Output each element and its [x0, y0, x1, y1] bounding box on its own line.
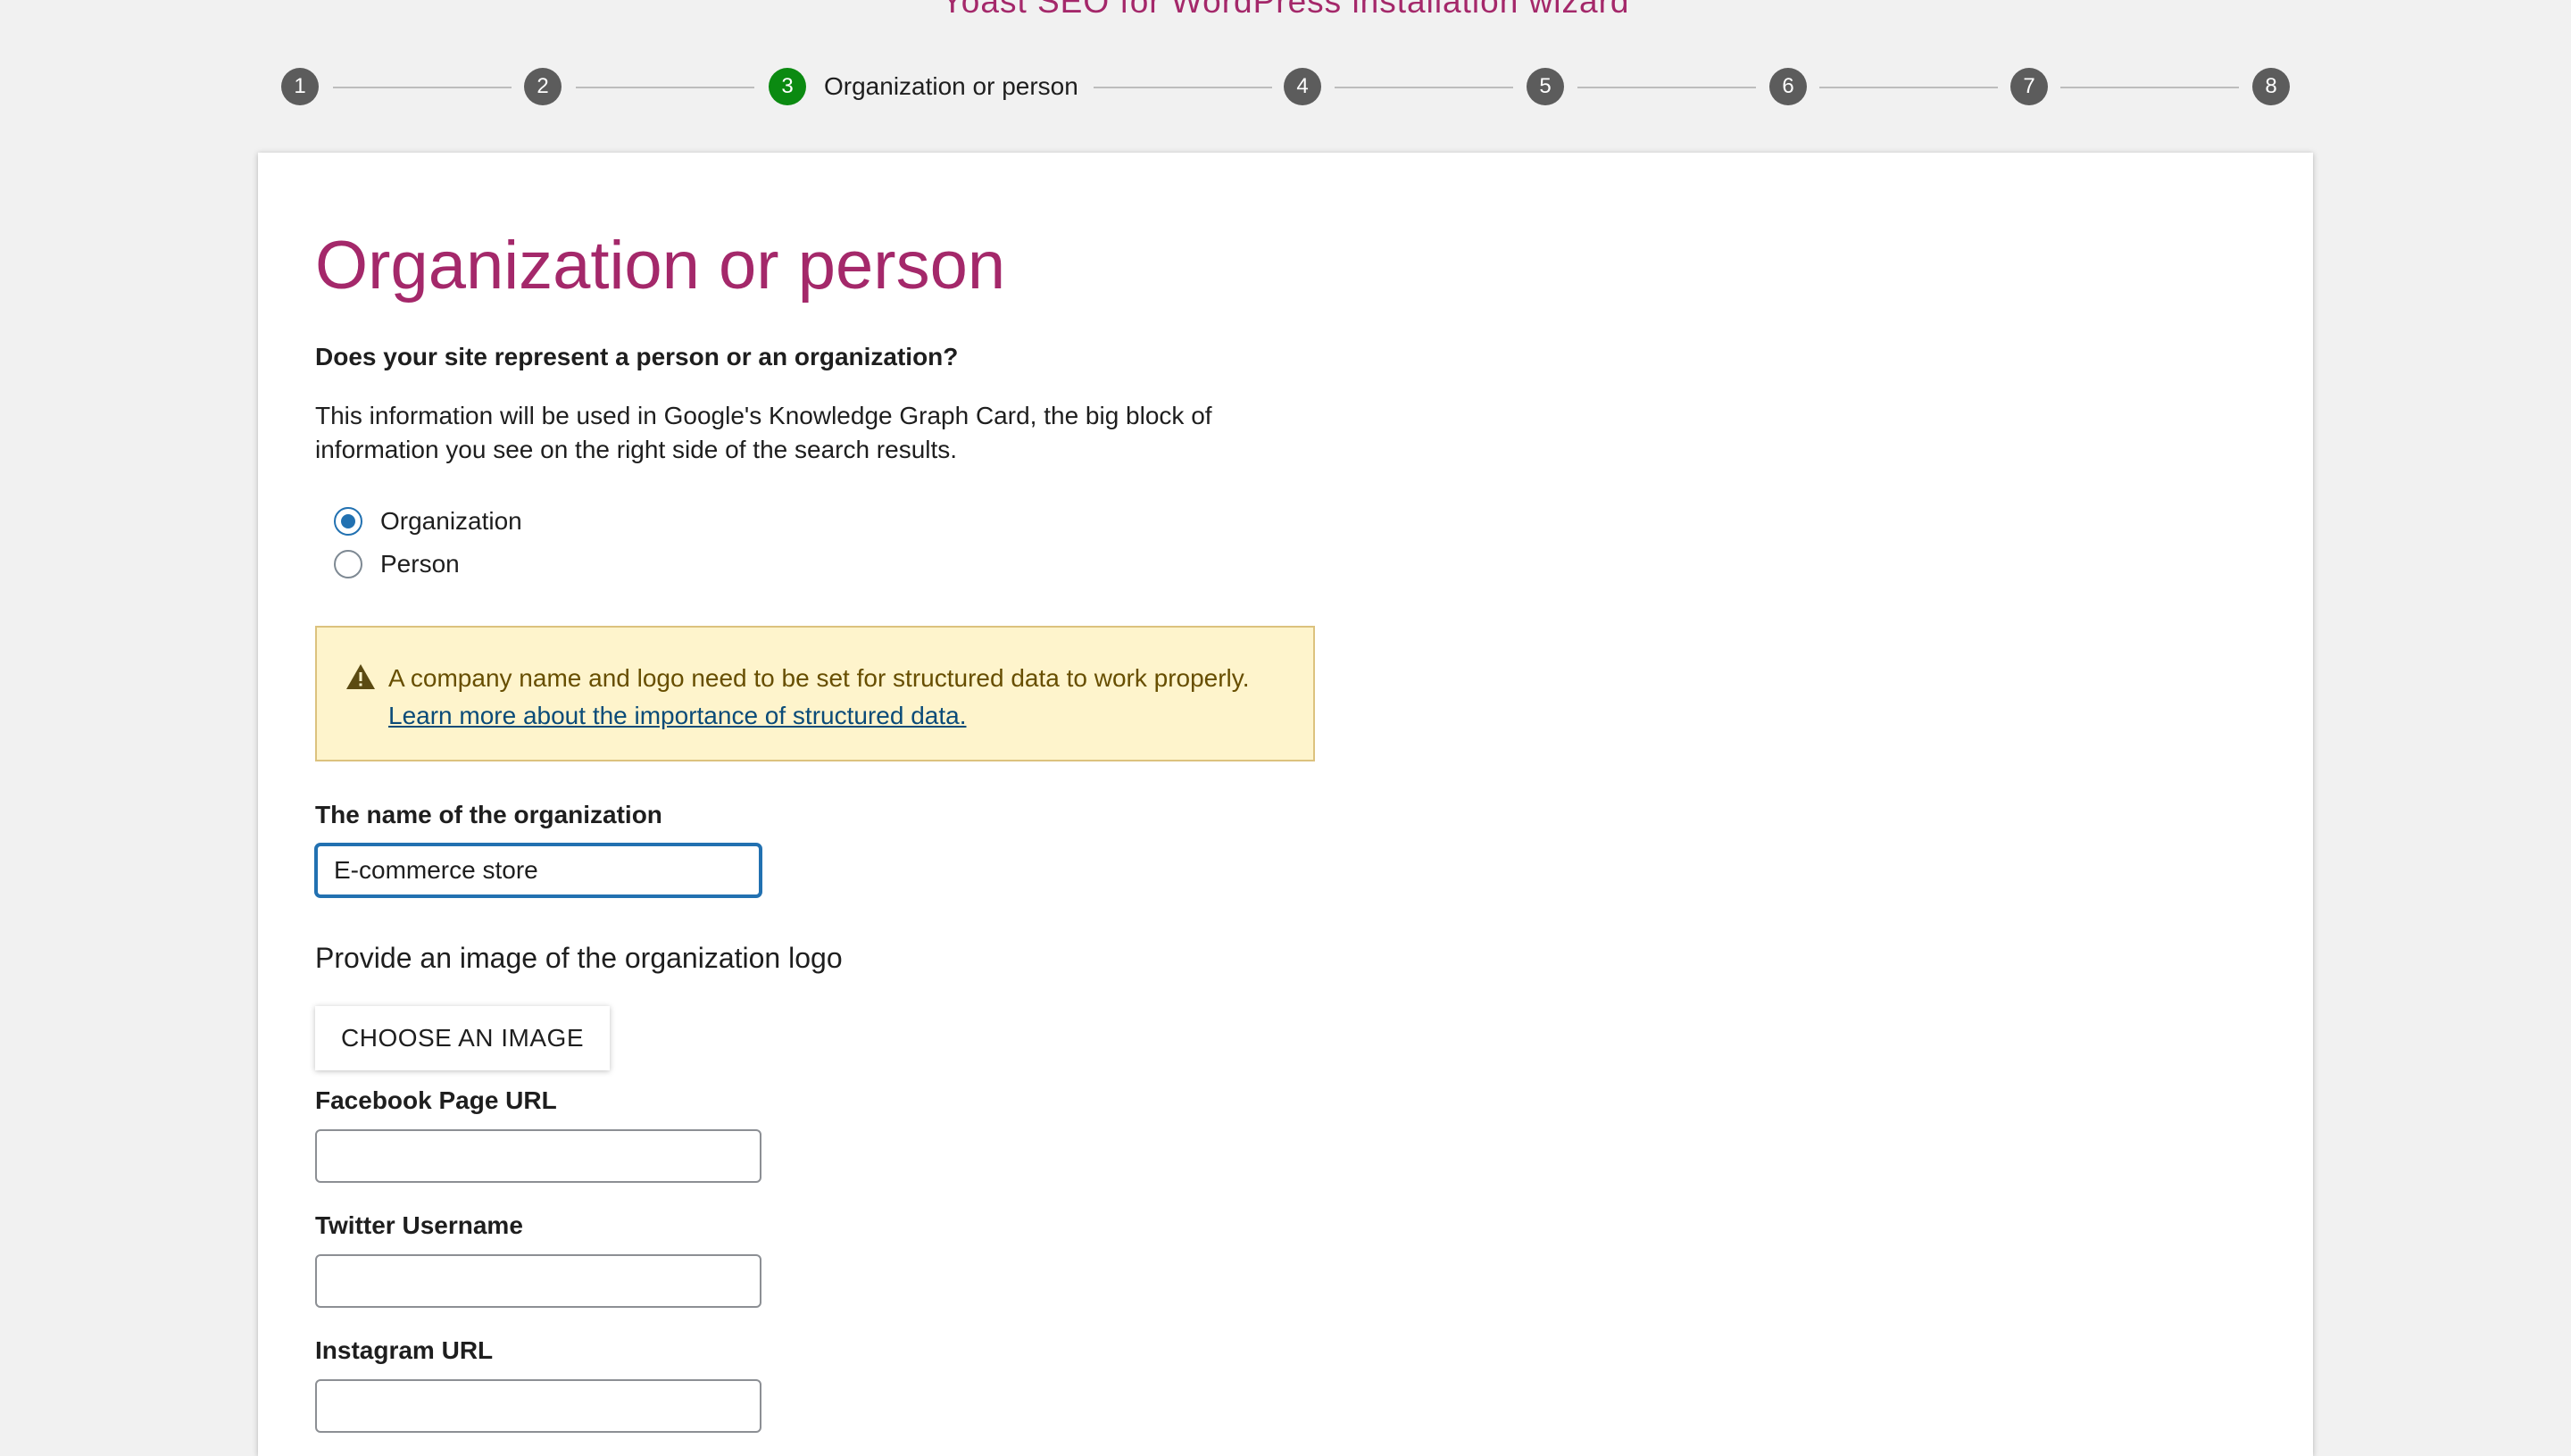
instagram-url-label: Instagram URL: [315, 1336, 494, 1364]
twitter-username-label: Twitter Username: [315, 1211, 523, 1239]
step-2[interactable]: 2: [524, 68, 562, 105]
step-connector: [1094, 87, 1272, 88]
progress-stepper: 1 2 3 Organization or person 4 5 6 7 8: [281, 68, 2290, 105]
step-connector: [1819, 87, 1998, 88]
step-3-label: Organization or person: [824, 72, 1078, 100]
radio-label-organization[interactable]: Organization: [380, 505, 522, 537]
description-text: This information will be used in Google'…: [315, 402, 1212, 463]
step-connector: [1335, 87, 1513, 88]
facebook-url-input[interactable]: [315, 1129, 761, 1183]
structured-data-link[interactable]: Learn more about the importance of struc…: [388, 702, 967, 729]
facebook-url-label: Facebook Page URL: [315, 1086, 557, 1114]
step-connector: [1577, 87, 1756, 88]
step-connector: [576, 87, 754, 88]
step-connector: [333, 87, 512, 88]
alert-text: A company name and logo need to be set f…: [388, 664, 1250, 692]
radio-person[interactable]: Person: [334, 546, 460, 582]
twitter-username-input[interactable]: [315, 1254, 761, 1308]
step-3[interactable]: 3: [769, 68, 806, 105]
step-8[interactable]: 8: [2252, 68, 2290, 105]
step-connector: [2060, 87, 2239, 88]
step-6[interactable]: 6: [1769, 68, 1807, 105]
org-name-label: The name of the organization: [315, 801, 662, 828]
radio-label-person[interactable]: Person: [380, 548, 460, 580]
structured-data-alert: A company name and logo need to be set f…: [315, 626, 1315, 761]
step-4[interactable]: 4: [1284, 68, 1321, 105]
step-7[interactable]: 7: [2010, 68, 2048, 105]
choose-image-button[interactable]: CHOOSE AN IMAGE: [315, 1006, 610, 1070]
warning-icon: [346, 664, 375, 689]
radio-organization[interactable]: Organization: [334, 503, 522, 539]
logo-heading: Provide an image of the organization log…: [315, 942, 843, 974]
wizard-card: Organization or person Does your site re…: [258, 153, 2313, 1456]
radio-button-person[interactable]: [334, 550, 362, 578]
wizard-title: Yoast SEO for WordPress installation wiz…: [941, 0, 1630, 20]
step-5[interactable]: 5: [1527, 68, 1564, 105]
alert-message: A company name and logo need to be set f…: [388, 660, 1249, 735]
question-text: Does your site represent a person or an …: [315, 343, 959, 370]
instagram-url-input[interactable]: [315, 1379, 761, 1433]
radio-button-organization[interactable]: [334, 507, 362, 536]
page-title: Organization or person: [315, 228, 1006, 304]
step-1[interactable]: 1: [281, 68, 319, 105]
org-name-input[interactable]: [315, 844, 761, 897]
